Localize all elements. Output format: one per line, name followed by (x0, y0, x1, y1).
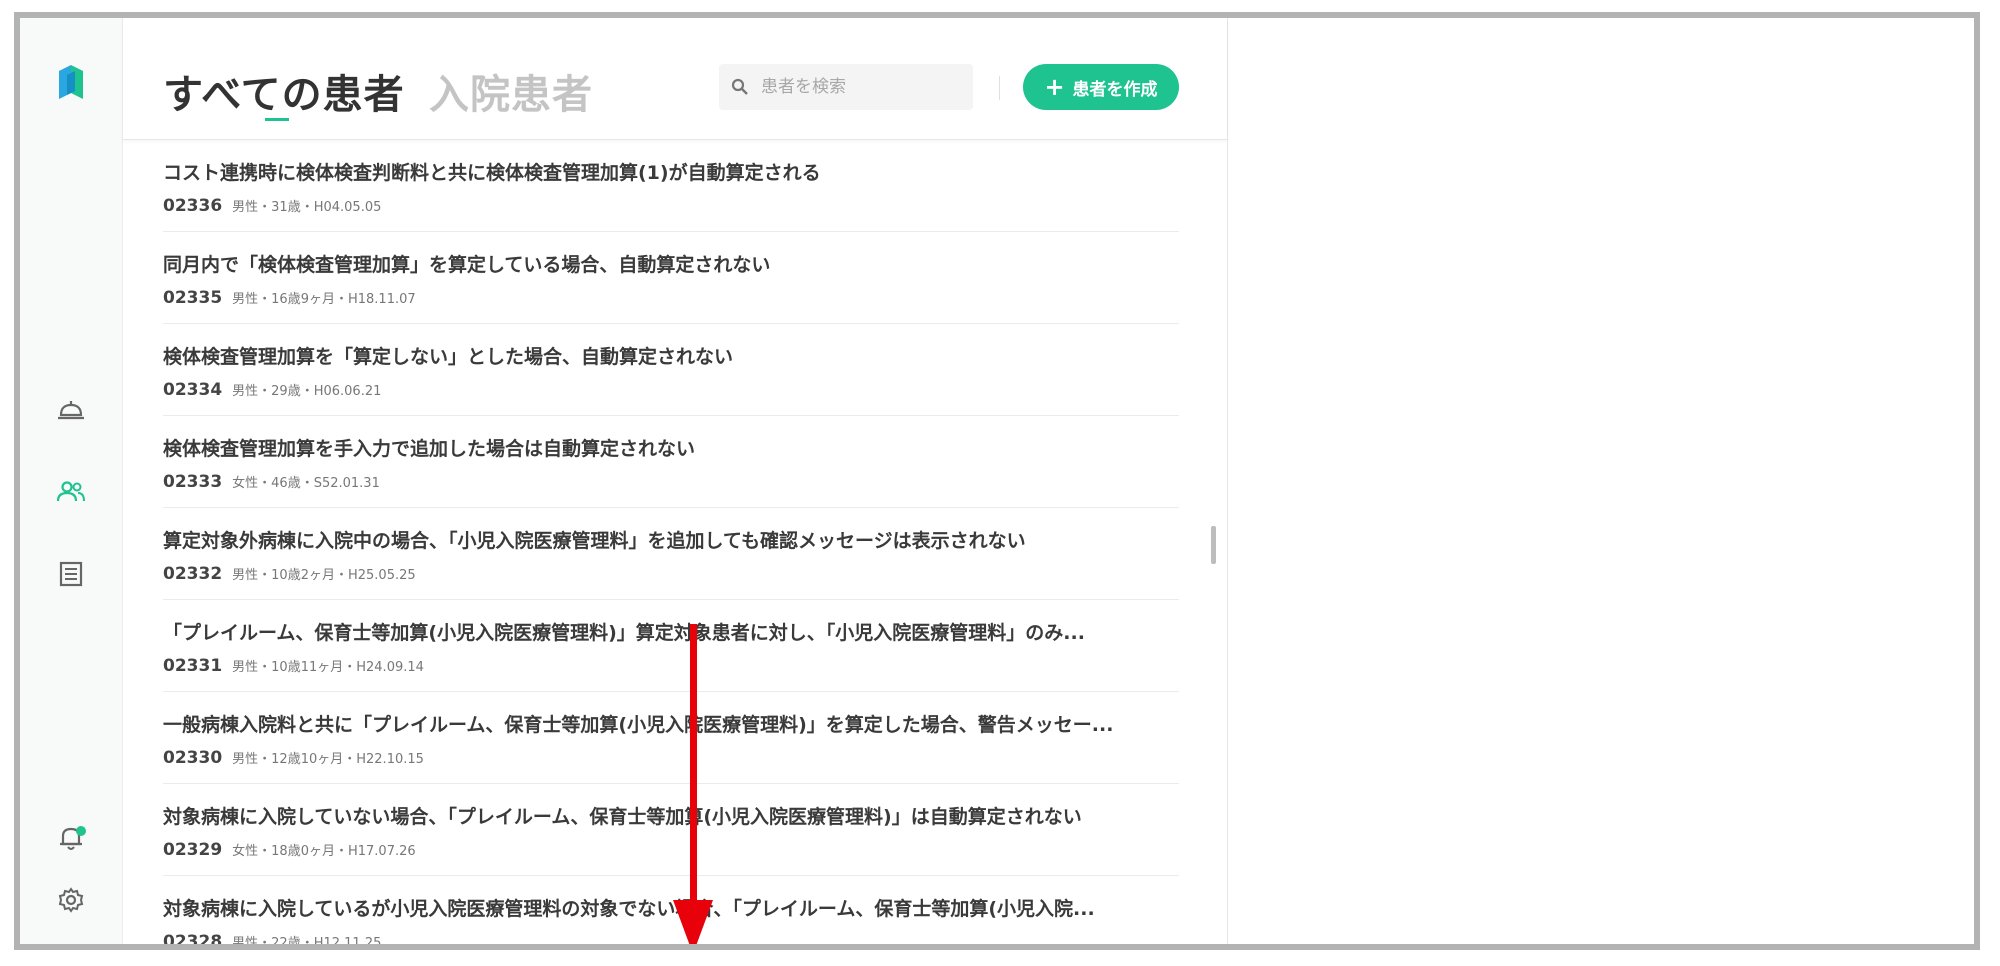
tab-all-patients[interactable]: すべての患者 (163, 62, 405, 120)
patient-title: 対象病棟に入院しているが小児入院医療管理料の対象でない場合、「プレイルーム、保育… (163, 898, 1095, 920)
patient-title: 検体検査管理加算を手入力で追加した場合は自動算定されない (163, 438, 696, 460)
tab-inpatients[interactable]: 入院患者 (429, 62, 593, 120)
patient-title: 「プレイルーム、保育士等加算(小児入院医療管理料)」算定対象患者に対し、「小児入… (163, 622, 1085, 644)
create-patient-button[interactable]: + 患者を作成 (1023, 64, 1179, 110)
patient-detail: 男性・29歳・H06.06.21 (232, 384, 382, 399)
settings-gear-icon[interactable] (20, 880, 122, 920)
logo-icon[interactable] (20, 62, 122, 102)
patient-title: 算定対象外病棟に入院中の場合、「小児入院医療管理料」を追加しても確認メッセージは… (163, 530, 1026, 552)
patient-detail: 男性・16歳9ヶ月・H18.11.07 (232, 292, 416, 307)
patient-id: 02336 (163, 196, 223, 216)
patient-id: 02328 (163, 932, 223, 950)
patient-id: 02335 (163, 288, 223, 308)
patient-detail: 男性・10歳2ヶ月・H25.05.25 (232, 568, 416, 583)
patient-title: 一般病棟入院料と共に「プレイルーム、保育士等加算(小児入院医療管理料)」を算定し… (163, 714, 1114, 736)
scroll-down-arrow-icon (673, 624, 713, 944)
header-divider (999, 76, 1000, 100)
patient-id: 02333 (163, 472, 223, 492)
patient-meta: 02336 男性・31歳・H04.05.05 (163, 196, 381, 216)
patient-panel: すべての患者 入院患者 + 患者を作成 コスト連携時に検体検査判 (123, 18, 1227, 944)
list-item[interactable]: 同月内で「検体検査管理加算」を算定している場合、自動算定されない 02335 男性… (163, 232, 1179, 324)
patient-detail: 男性・22歳・H12.11.25 (232, 936, 382, 950)
patient-detail: 男性・10歳11ヶ月・H24.09.14 (232, 660, 424, 675)
list-item[interactable]: 検体検査管理加算を「算定しない」とした場合、自動算定されない 02334 男性・2… (163, 324, 1179, 416)
app-window: すべての患者 入院患者 + 患者を作成 コスト連携時に検体検査判 (14, 12, 1980, 950)
list-item[interactable]: 「プレイルーム、保育士等加算(小児入院医療管理料)」算定対象患者に対し、「小児入… (163, 600, 1179, 692)
patient-meta: 02333 女性・46歳・S52.01.31 (163, 472, 380, 492)
patient-detail: 男性・12歳10ヶ月・H22.10.15 (232, 752, 424, 767)
notification-dot (76, 826, 86, 836)
list-item[interactable]: 対象病棟に入院していない場合、「プレイルーム、保育士等加算(小児入院医療管理料)… (163, 784, 1179, 876)
active-tab-indicator (265, 118, 289, 121)
patient-meta: 02330 男性・12歳10ヶ月・H22.10.15 (163, 748, 424, 768)
list-item[interactable]: 算定対象外病棟に入院中の場合、「小児入院医療管理料」を追加しても確認メッセージは… (163, 508, 1179, 600)
patient-id: 02334 (163, 380, 223, 400)
patient-id: 02331 (163, 656, 223, 676)
patient-meta: 02332 男性・10歳2ヶ月・H25.05.25 (163, 564, 416, 584)
search-input[interactable] (759, 76, 963, 98)
patient-detail: 男性・31歳・H04.05.05 (232, 200, 382, 215)
panel-resize-handle[interactable] (1211, 526, 1216, 564)
patient-title: 同月内で「検体検査管理加算」を算定している場合、自動算定されない (163, 254, 771, 276)
patient-title: コスト連携時に検体検査判断料と共に検体検査管理加算(1)が自動算定される (163, 162, 821, 184)
patient-meta: 02331 男性・10歳11ヶ月・H24.09.14 (163, 656, 424, 676)
panel-header: すべての患者 入院患者 + 患者を作成 (123, 18, 1227, 140)
detail-pane-divider (1227, 18, 1228, 944)
patient-title: 検体検査管理加算を「算定しない」とした場合、自動算定されない (163, 346, 734, 368)
patient-id: 02330 (163, 748, 223, 768)
patient-meta: 02334 男性・29歳・H06.06.21 (163, 380, 381, 400)
search-icon (731, 78, 749, 96)
patient-id: 02329 (163, 840, 223, 860)
document-list-icon[interactable] (20, 554, 122, 594)
list-item[interactable]: 検体検査管理加算を手入力で追加した場合は自動算定されない 02333 女性・46歳… (163, 416, 1179, 508)
patient-meta: 02328 男性・22歳・H12.11.25 (163, 932, 382, 950)
list-item[interactable]: 対象病棟に入院しているが小児入院医療管理料の対象でない場合、「プレイルーム、保育… (163, 876, 1179, 950)
patient-meta: 02329 女性・18歳0ヶ月・H17.07.26 (163, 840, 416, 860)
sidebar (20, 18, 123, 944)
patient-id: 02332 (163, 564, 223, 584)
reception-bell-icon[interactable] (20, 390, 122, 430)
list-item[interactable]: 一般病棟入院料と共に「プレイルーム、保育士等加算(小児入院医療管理料)」を算定し… (163, 692, 1179, 784)
patient-meta: 02335 男性・16歳9ヶ月・H18.11.07 (163, 288, 416, 308)
plus-icon: + (1044, 73, 1065, 101)
search-box[interactable] (719, 64, 973, 110)
create-patient-label: 患者を作成 (1072, 79, 1158, 100)
list-item[interactable]: コスト連携時に検体検査判断料と共に検体検査管理加算(1)が自動算定される 023… (163, 140, 1179, 232)
patients-icon[interactable] (20, 472, 122, 512)
patient-detail: 女性・46歳・S52.01.31 (232, 476, 380, 491)
patient-detail: 女性・18歳0ヶ月・H17.07.26 (232, 844, 416, 859)
patient-title: 対象病棟に入院していない場合、「プレイルーム、保育士等加算(小児入院医療管理料)… (163, 806, 1082, 828)
notification-bell-icon[interactable] (20, 818, 122, 858)
